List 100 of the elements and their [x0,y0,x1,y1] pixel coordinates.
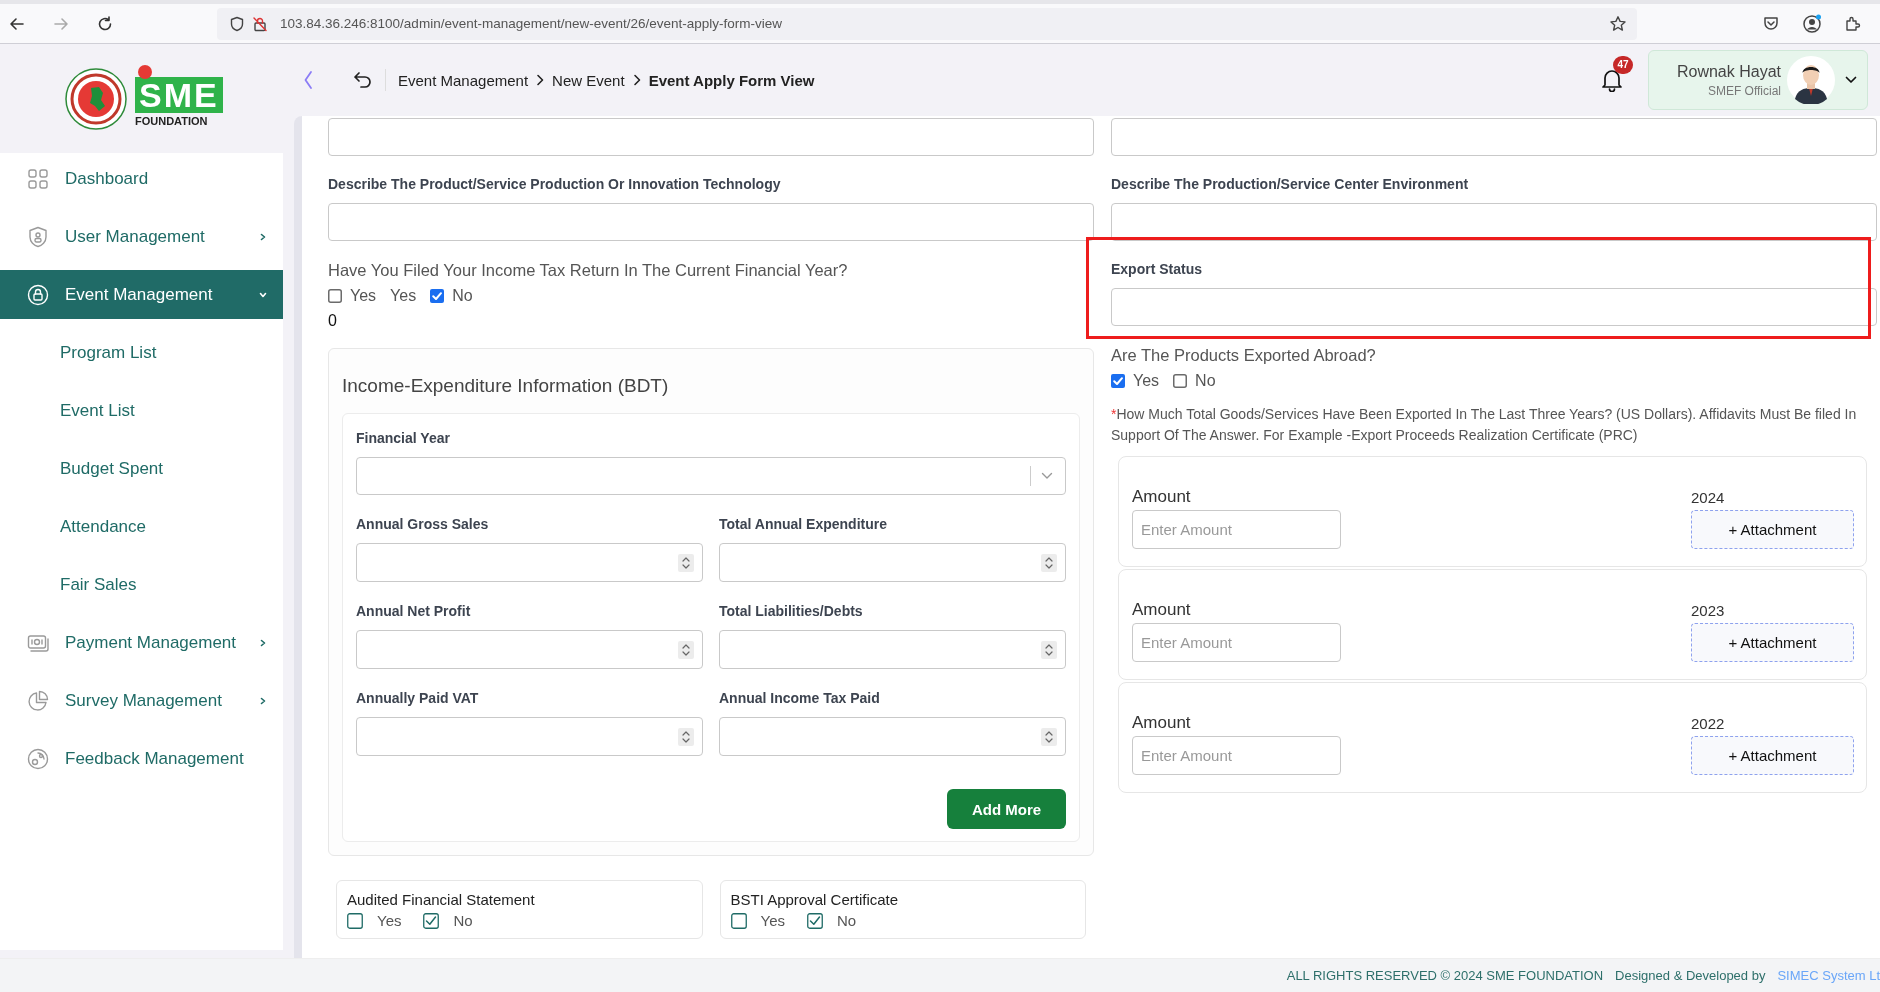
amount-field[interactable]: Enter Amount [1132,736,1341,775]
emblem-icon [65,67,127,130]
back-icon[interactable] [353,71,373,89]
checkbox[interactable] [1173,374,1188,388]
option-label: Yes [390,287,417,305]
pocket-icon[interactable] [1762,14,1780,33]
number-field[interactable] [719,717,1066,756]
spinner-icon[interactable] [678,727,694,746]
field-label: Financial Year [356,430,451,446]
logo-dot-icon [138,64,152,79]
value-text: 0 [328,312,338,330]
breadcrumb-link[interactable]: New Event [552,71,625,89]
sidebar-item[interactable]: Dashboard [0,154,283,203]
checkbox[interactable] [423,912,440,929]
sidebar-item[interactable]: Event Management [0,270,283,319]
sidebar-subitem[interactable]: Attendance [0,502,283,551]
chevron-down-icon [1845,76,1857,84]
year-label: 2024 [1691,489,1726,506]
chevron-down-icon [1041,472,1053,480]
spinner-icon[interactable] [678,553,694,572]
year-label: 2023 [1691,602,1726,619]
url-text: 103.84.36.246:8100/admin/event-management/new-event/26/event-apply-form-view [280,16,784,31]
number-field[interactable] [356,630,703,669]
text-field[interactable] [1111,288,1877,326]
menu-icon [27,689,49,712]
number-field[interactable] [719,543,1066,582]
text-field[interactable] [328,118,1094,156]
chevron-icon [632,74,641,86]
sidebar-subitem[interactable]: Budget Spent [0,444,283,493]
option-label: No [452,287,473,305]
text-field[interactable] [1111,203,1877,241]
spinner-icon[interactable] [678,640,694,659]
attachment-button[interactable]: + Attachment [1691,623,1854,662]
copyright-text: ALL RIGHTS RESERVED © 2024 SME FOUNDATION [1286,968,1604,983]
option-label: Yes [1133,372,1160,390]
number-field[interactable] [356,543,703,582]
user-name: Rownak Hayat [1675,62,1781,81]
spinner-icon[interactable] [1041,640,1057,659]
certificate-title: Audited Financial Statement [347,891,536,908]
field-label: Annual Income Tax Paid [719,690,881,706]
field-label: Annual Net Profit [356,603,472,619]
field-label: Describe The Production/Service Center Environment [1111,176,1470,192]
option-label: No [1195,372,1216,390]
shield-icon [229,15,245,32]
number-field[interactable] [356,717,703,756]
address-bar[interactable]: 103.84.36.246:8100/admin/event-management/new-event/26/event-apply-form-view [217,7,1637,40]
checkbox[interactable] [347,912,363,929]
chevron-icon [536,74,545,86]
attachment-button[interactable]: + Attachment [1691,736,1854,775]
field-label: Amount [1132,713,1192,733]
user-role: SMEF Official [1706,83,1781,98]
text-field[interactable] [1111,118,1877,156]
field-label: Amount [1132,600,1192,620]
option-label: No [453,912,473,929]
field-label: Amount [1132,487,1192,507]
menu-icon [27,283,49,306]
spinner-icon[interactable] [1041,727,1057,746]
collapse-icon[interactable] [303,70,313,90]
extensions-icon[interactable] [1844,14,1862,33]
insecure-lock-icon[interactable] [252,15,268,32]
checkbox[interactable] [807,912,823,929]
amount-field[interactable]: Enter Amount [1132,623,1341,662]
sidebar-subitem[interactable]: Fair Sales [0,560,283,609]
select-field[interactable] [356,457,1066,495]
year-label: 2022 [1691,715,1726,732]
bell-icon[interactable] [1601,68,1623,92]
reload-icon[interactable] [96,14,114,33]
amount-field[interactable]: Enter Amount [1132,510,1341,549]
menu-icon [27,167,49,190]
add-more-button[interactable]: Add More [947,789,1066,829]
bookmark-star-icon[interactable] [1609,14,1627,33]
checkbox[interactable] [730,912,747,929]
text-field[interactable] [328,203,1094,241]
account-icon[interactable] [1802,13,1822,34]
user-avatar-icon [1787,56,1835,104]
checkbox[interactable] [328,289,342,303]
menu-icon [27,225,49,248]
sidebar-subitem[interactable]: Program List [0,328,283,377]
certificate-title: BSTI Approval Certificate [730,891,900,908]
breadcrumb-link[interactable]: Event Apply Form View [648,71,815,89]
sidebar-item[interactable]: User Management [0,212,283,261]
attachment-button[interactable]: + Attachment [1691,510,1854,549]
sidebar-item[interactable]: Payment Management [0,618,283,667]
breadcrumb-link[interactable]: Event Management [398,71,529,89]
checkbox[interactable] [430,289,445,303]
field-label: Export Status [1111,261,1203,277]
sidebar-subitem[interactable]: Event List [0,386,283,435]
sidebar-item[interactable]: Feedback Management [0,734,283,783]
option-label: Yes [350,287,377,305]
menu-icon [27,747,49,770]
number-field[interactable] [719,630,1066,669]
user-card[interactable]: Rownak Hayat SMEF Official [1648,50,1868,110]
option-label: No [837,912,857,929]
logo-tagline: FOUNDATION [135,114,208,127]
field-label: Annual Gross Sales [356,516,490,532]
field-label: Annually Paid VAT [356,690,480,706]
sidebar-item[interactable]: Survey Management [0,676,283,725]
section-title: Income-Expenditure Information (BDT) [342,375,670,397]
spinner-icon[interactable] [1041,553,1057,572]
checkbox[interactable] [1111,374,1125,388]
